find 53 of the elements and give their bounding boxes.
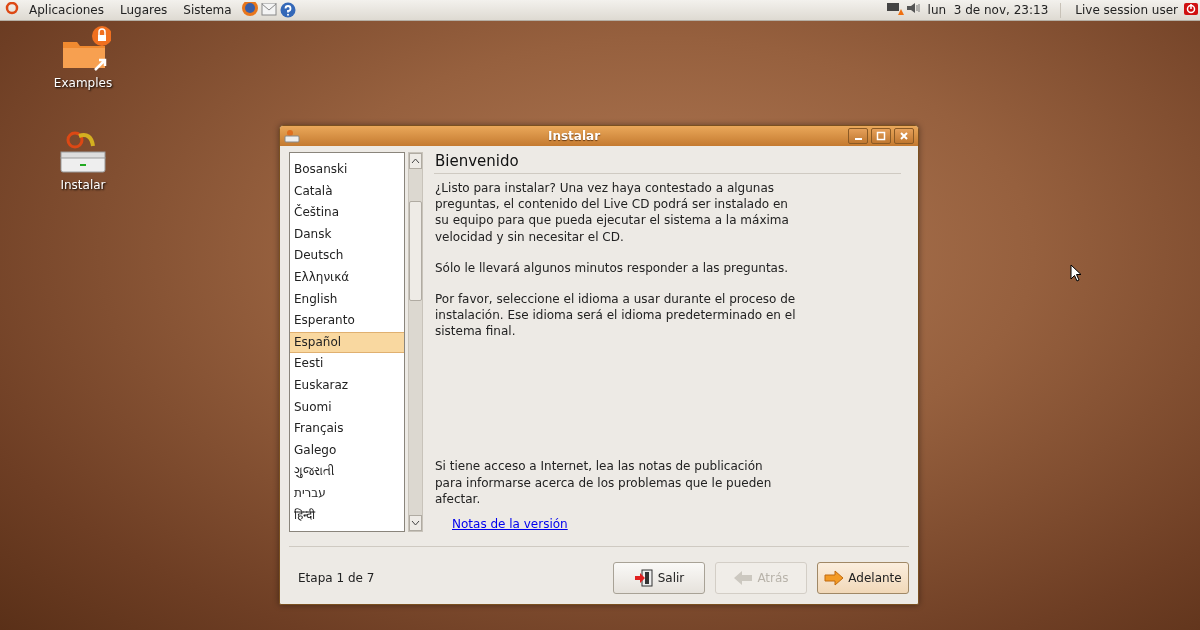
page-heading: Bienvenido xyxy=(434,152,901,174)
minimize-icon xyxy=(854,138,862,140)
notes-paragraph: Si tiene acceso a Internet, lea las notas de publicación para informarse acerca de los problemas que le pueden afectar. xyxy=(435,458,773,507)
window-title: Instalar xyxy=(546,129,602,143)
user-menu[interactable]: Live session user xyxy=(1063,2,1182,18)
exit-door-icon xyxy=(633,569,654,587)
language-item[interactable]: Bosanski xyxy=(290,159,404,181)
language-item[interactable]: Français xyxy=(290,418,404,440)
release-notes-link[interactable]: Notas de la versión xyxy=(452,517,568,531)
language-item[interactable]: Eesti xyxy=(290,353,404,375)
intro-paragraph: Por favor, seleccione el idioma a usar durante el proceso de instalación. Ese idioma será el idioma predeterminado en el sistema final. xyxy=(435,291,797,340)
language-item[interactable]: हिन्दी xyxy=(290,504,404,527)
panel-menu[interactable]: Lugares xyxy=(112,2,175,18)
language-item[interactable]: English xyxy=(290,288,404,311)
language-item[interactable]: Euskaraz xyxy=(290,374,404,397)
minimize-button[interactable] xyxy=(848,128,868,144)
language-item[interactable]: Català xyxy=(290,180,404,203)
language-item[interactable]: Deutsch xyxy=(290,245,404,267)
language-item[interactable]: ગુજરાતી xyxy=(290,461,404,483)
icon-label[interactable]: Examples xyxy=(53,76,113,90)
close-button[interactable] xyxy=(894,128,914,144)
maximize-icon xyxy=(876,131,886,141)
panel-menu[interactable]: Sistema xyxy=(176,2,239,18)
forward-button[interactable]: Adelante xyxy=(817,562,909,594)
left-arrow-icon xyxy=(733,570,754,586)
language-item[interactable]: Suomi xyxy=(290,396,404,419)
globe-icon[interactable] xyxy=(240,2,259,18)
power-icon[interactable] xyxy=(1184,3,1198,17)
mouse-pointer-icon xyxy=(1070,264,1082,282)
scrollbar-thumb[interactable] xyxy=(409,201,422,301)
drive-icon xyxy=(284,129,300,143)
language-item[interactable]: Esperanto xyxy=(290,310,404,332)
close-icon xyxy=(899,131,909,141)
language-item[interactable]: Galego xyxy=(290,439,404,462)
language-item[interactable]: Čeština xyxy=(290,202,404,224)
language-item[interactable]: עברית xyxy=(290,482,404,505)
scroll-up-icon[interactable] xyxy=(409,153,422,169)
clock-text[interactable]: lun 3 de nov, 23:13 xyxy=(923,2,1062,18)
scroll-down-icon[interactable] xyxy=(409,515,422,531)
intro-paragraph: Sólo le llevará algunos minutos responder a las preguntas. xyxy=(435,259,790,276)
right-arrow-icon xyxy=(824,570,845,586)
help-icon[interactable] xyxy=(278,2,297,18)
icon-label[interactable]: Instalar xyxy=(60,178,106,192)
language-item[interactable]: Ελληνικά xyxy=(290,266,404,289)
maximize-button[interactable] xyxy=(871,128,891,144)
step-label: Etapa 1 de 7 xyxy=(297,571,375,585)
language-item[interactable]: Español xyxy=(290,331,404,354)
panel-menu[interactable]: Aplicaciones xyxy=(22,2,111,18)
scrollbar[interactable] xyxy=(408,152,423,532)
quit-button[interactable]: Salir xyxy=(613,562,705,594)
intro-paragraph: ¿Listo para instalar? Una vez haya contestado a algunas preguntas, el contenido del Live CD podrá ser instalado en su equipo para que pueda ejecutar el sistema a la máxima velocidad y sin necesitar el CD. xyxy=(435,180,790,245)
network-icon[interactable] xyxy=(885,3,904,17)
language-item[interactable]: Dansk xyxy=(290,223,404,246)
